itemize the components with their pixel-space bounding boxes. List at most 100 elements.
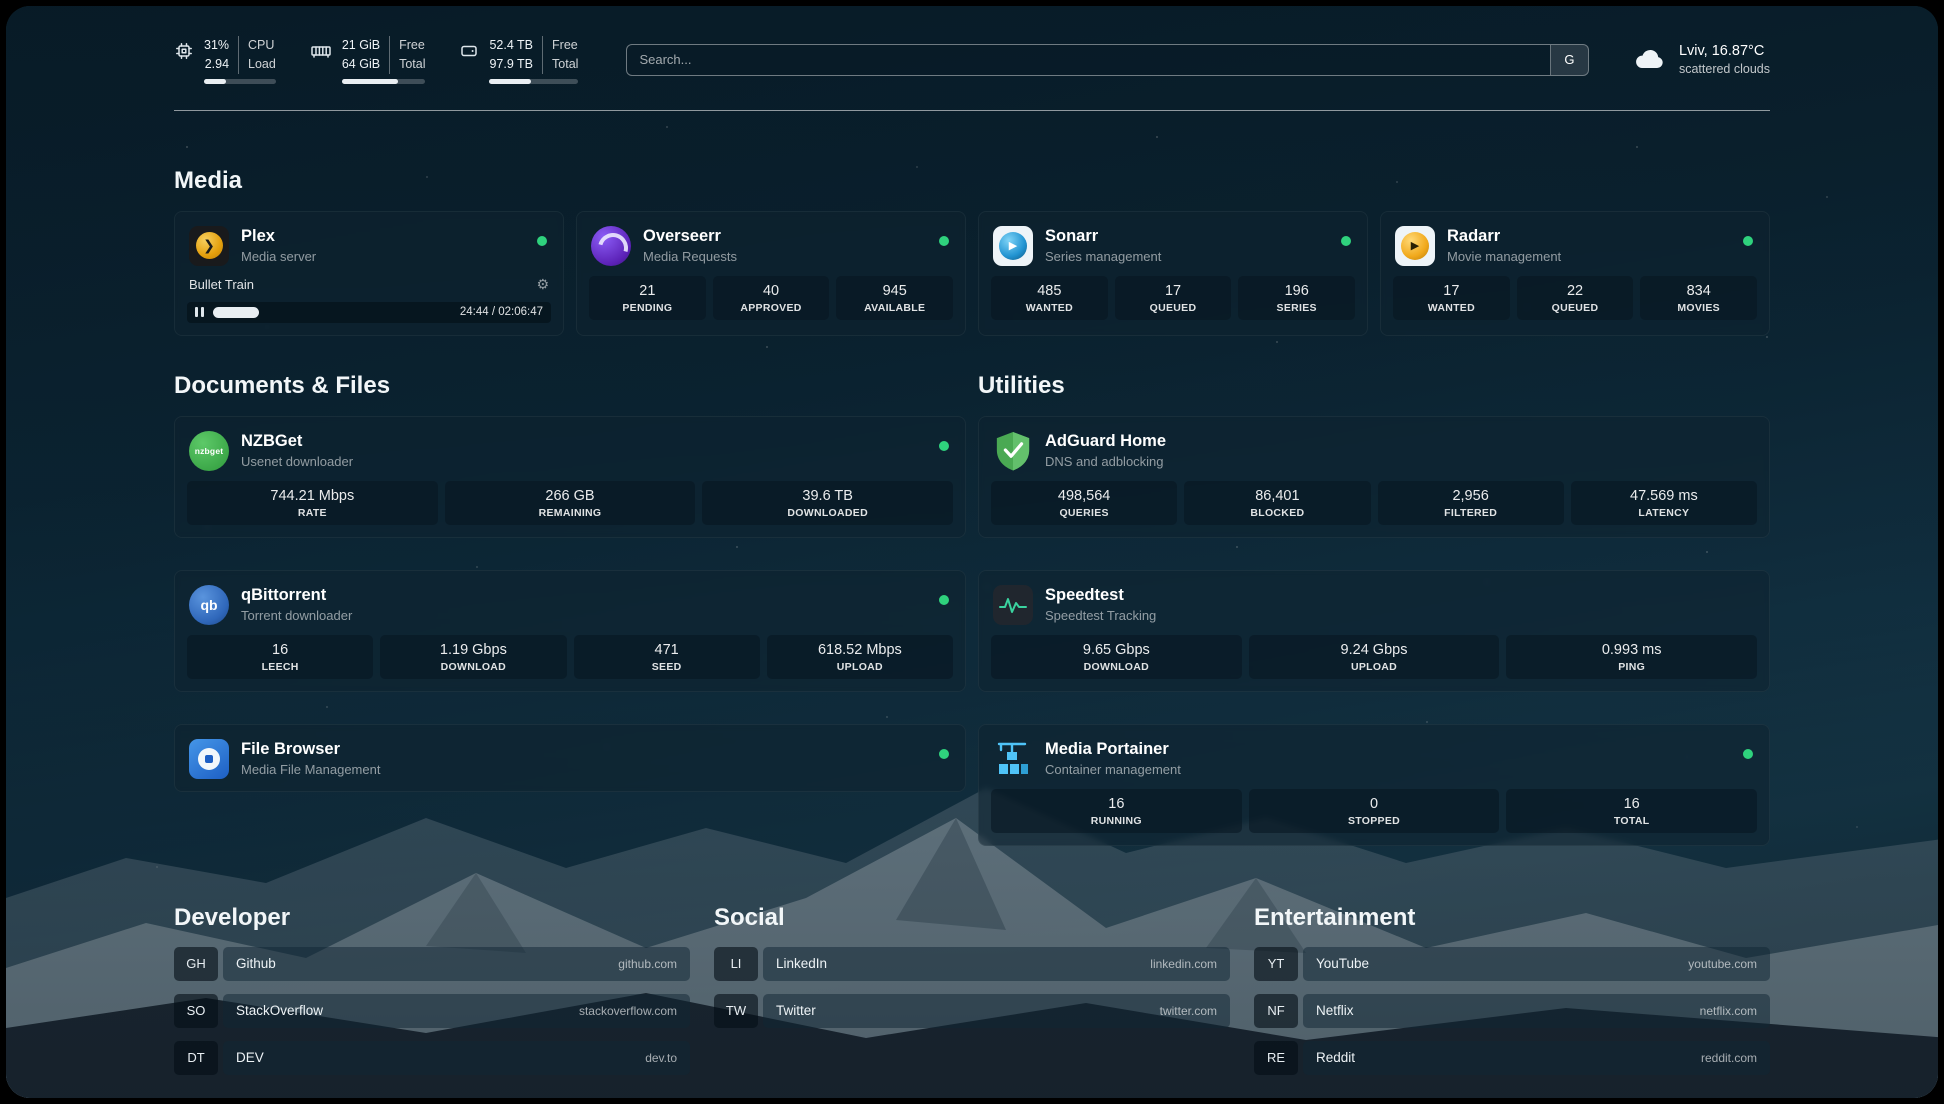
cpu-label: CPU [248,36,276,55]
speedtest-stats: 9.65 Gbps DOWNLOAD 9.24 Gbps UPLOAD 0.99… [991,635,1757,679]
adguard-desc: DNS and adblocking [1045,454,1166,469]
bookmark-abbr: YT [1254,947,1298,981]
weather-widget: Lviv, 16.87°C scattered clouds [1633,43,1770,76]
portainer-stats: 16 RUNNING 0 STOPPED 16 TOTAL [991,789,1757,833]
memory-free-label: Free [399,36,425,55]
speedtest-name: Speedtest [1045,586,1156,605]
utilities-column: Utilities AdGuard Home [978,336,1770,878]
stat-value: 9.24 Gbps [1253,642,1496,658]
stat-value: 17 [1397,283,1506,299]
adguard-stats: 498,564 QUERIES 86,401 BLOCKED 2,956 FIL… [991,481,1757,525]
weather-condition: scattered clouds [1679,62,1770,76]
bookmark-dev[interactable]: DT DEV dev.to [174,1041,690,1075]
radarr-icon: ▶ [1395,226,1435,266]
stat-value: 16 [995,796,1238,812]
adguard-header[interactable]: AdGuard Home DNS and adblocking [991,427,1757,481]
plex-progress-track[interactable] [213,302,451,323]
stat-value: 1.19 Gbps [384,642,562,658]
stat-label: DOWNLOAD [995,661,1238,673]
bookmark-url: github.com [618,957,677,971]
bookmark-abbr: NF [1254,994,1298,1028]
sonarr-desc: Series management [1045,249,1161,264]
disk-free-value: 52.4 TB [489,36,533,55]
stat-label: APPROVED [717,302,826,314]
bookmark-reddit[interactable]: RE Reddit reddit.com [1254,1041,1770,1075]
portainer-name: Media Portainer [1045,740,1181,759]
gear-icon[interactable]: ⚙ [536,276,549,293]
bookmark-bar: Github github.com [223,947,690,981]
portainer-header[interactable]: Media Portainer Container management [991,735,1757,789]
filebrowser-header[interactable]: File Browser Media File Management [187,735,953,783]
stat-seed: 471 SEED [574,635,760,679]
stat-label: WANTED [1397,302,1506,314]
stat-label: PENDING [593,302,702,314]
bookmark-youtube[interactable]: YT YouTube youtube.com [1254,947,1770,981]
bookmarks-area: Developer GH Github github.com SO StackO… [174,904,1770,1088]
stat-label: LEECH [191,661,369,673]
sonarr-header[interactable]: ▶ Sonarr Series management [991,222,1355,276]
overseerr-desc: Media Requests [643,249,737,264]
stat-label: FILTERED [1382,507,1560,519]
cpu-progress-fill [204,79,226,84]
stat-series: 196 SERIES [1238,276,1355,320]
memory-progress-fill [342,79,398,84]
bookmark-netflix[interactable]: NF Netflix netflix.com [1254,994,1770,1028]
section-title-utilities: Utilities [978,372,1770,400]
speedtest-header[interactable]: Speedtest Speedtest Tracking [991,581,1757,635]
stat-value: 196 [1242,283,1351,299]
bookmark-linkedin[interactable]: LI LinkedIn linkedin.com [714,947,1230,981]
stat-value: 22 [1521,283,1630,299]
bookmark-url: reddit.com [1701,1051,1757,1065]
search-bar[interactable]: G [626,44,1589,76]
radarr-header[interactable]: ▶ Radarr Movie management [1393,222,1757,276]
stat-value: 834 [1644,283,1753,299]
search-provider-button[interactable]: G [1550,45,1588,75]
memory-total-value: 64 GiB [342,55,380,74]
stat-value: 945 [840,283,949,299]
stat-latency: 47.569 ms LATENCY [1571,481,1757,525]
stat-label: DOWNLOAD [384,661,562,673]
qbittorrent-status-dot [939,595,949,605]
bookmark-stackoverflow[interactable]: SO StackOverflow stackoverflow.com [174,994,690,1028]
stat-value: 2,956 [1382,488,1560,504]
plex-header[interactable]: ❯ Plex Media server [187,222,551,276]
stat-leech: 16 LEECH [187,635,373,679]
nzbget-icon: nzbget [189,431,229,471]
qbittorrent-header[interactable]: qb qBittorrent Torrent downloader [187,581,953,635]
stat-value: 47.569 ms [1575,488,1753,504]
stat-blocked: 86,401 BLOCKED [1184,481,1370,525]
overseerr-text: Overseerr Media Requests [643,227,737,264]
section-title-developer: Developer [174,904,690,932]
nzbget-icon-text: nzbget [195,446,224,456]
nzbget-text: NZBGet Usenet downloader [241,432,353,469]
bookmark-bar: Reddit reddit.com [1303,1041,1770,1075]
plex-player-bar: 24:44 / 02:06:47 [187,302,551,323]
bookmark-bar: StackOverflow stackoverflow.com [223,994,690,1028]
stat-label: TOTAL [1510,815,1753,827]
filebrowser-name: File Browser [241,740,380,759]
dashboard-screen: 31% 2.94 CPU Load [6,6,1938,1098]
two-column-area: Documents & Files nzbget NZBGet Usenet d… [174,336,1770,878]
disk-free-label: Free [552,36,578,55]
bookmark-url: linkedin.com [1150,957,1217,971]
plex-now-playing-row: Bullet Train ⚙ [187,276,551,302]
bookmark-github[interactable]: GH Github github.com [174,947,690,981]
overseerr-header[interactable]: Overseerr Media Requests [589,222,953,276]
bookmark-url: stackoverflow.com [579,1004,677,1018]
cloud-icon [1633,47,1667,73]
stat-downloaded: 39.6 TB DOWNLOADED [702,481,953,525]
nzbget-header[interactable]: nzbget NZBGet Usenet downloader [187,427,953,481]
portainer-crane-icon [993,739,1033,779]
speedtest-icon [993,585,1033,625]
pause-icon[interactable] [195,307,204,317]
cpu-progress-bar [204,79,276,84]
stat-value: 39.6 TB [706,488,949,504]
dashboard-content: 31% 2.94 CPU Load [6,6,1938,1098]
cpu-load-value: 2.94 [204,55,229,74]
section-title-documents: Documents & Files [174,372,966,400]
stat-running: 16 RUNNING [991,789,1242,833]
bookmark-twitter[interactable]: TW Twitter twitter.com [714,994,1230,1028]
overseerr-status-dot [939,236,949,246]
card-radarr: ▶ Radarr Movie management 17 WANTED 22 [1380,211,1770,336]
search-input[interactable] [627,52,1550,67]
